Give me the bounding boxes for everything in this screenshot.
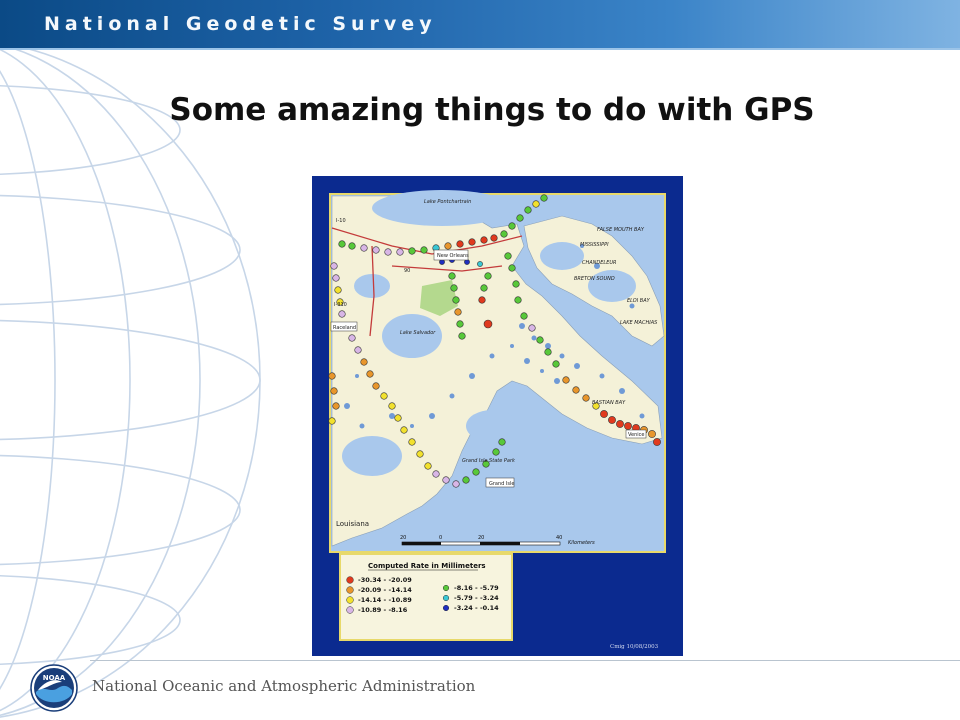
map-water-label: ELOI BAY bbox=[627, 298, 651, 304]
scale-tick: 0 bbox=[439, 535, 442, 541]
slide-title: Some amazing things to do with GPS bbox=[169, 92, 815, 128]
legend-swatch bbox=[442, 594, 450, 602]
lake-salvador bbox=[382, 314, 442, 358]
legend-range: -14.14 - -10.89 bbox=[358, 596, 412, 604]
footer-divider bbox=[90, 660, 960, 661]
map-water-label: FALSE MOUTH BAY bbox=[597, 227, 645, 233]
map-town-label: Venice bbox=[628, 432, 645, 438]
map-place-label: Grand Isle State Park bbox=[462, 458, 516, 464]
map-city-label: New Orleans bbox=[437, 253, 469, 259]
lake bbox=[354, 274, 390, 298]
map-place-label: Lake Pontchartrain bbox=[424, 199, 471, 205]
subsidence-map-figure: New Orleans Raceland Grand Isle Venice L… bbox=[312, 176, 683, 656]
legend-range: -30.34 - -20.09 bbox=[358, 576, 412, 584]
lake-pontchartrain bbox=[372, 190, 512, 226]
map-town-label: Raceland bbox=[333, 325, 356, 331]
map-water-label: BASTIAN BAY bbox=[592, 400, 626, 406]
legend-swatch bbox=[442, 604, 450, 612]
map-place-label: Louisiana bbox=[336, 520, 369, 528]
legend-range: -20.09 - -14.14 bbox=[358, 586, 412, 594]
map-legend: Computed Rate in Millimeters -30.34 - -2… bbox=[339, 553, 513, 641]
map-water-label: BRETON SOUND bbox=[574, 276, 615, 282]
header-banner: National Geodetic Survey bbox=[0, 0, 960, 50]
map-water-label: CHANDELEUR bbox=[582, 260, 617, 266]
map-credit: Cmig 10/08/2003 bbox=[610, 644, 659, 650]
map-water-label: LAKE MACHIAS bbox=[620, 320, 658, 326]
map-road-label: I-310 bbox=[334, 302, 347, 308]
footer-agency-name: National Oceanic and Atmospheric Adminis… bbox=[92, 677, 476, 695]
legend-range: -3.24 - -0.14 bbox=[454, 604, 499, 612]
map-water-label: MISSISSIPPI bbox=[580, 242, 609, 248]
map-road-label: 90 bbox=[404, 268, 410, 274]
scale-tick: 40 bbox=[556, 535, 562, 541]
legend-swatch bbox=[346, 596, 354, 604]
scale-tick: 20 bbox=[400, 535, 406, 541]
legend-range: -5.79 - -3.24 bbox=[454, 594, 499, 602]
scale-tick: 20 bbox=[478, 535, 484, 541]
lake bbox=[540, 242, 584, 270]
header-title: National Geodetic Survey bbox=[44, 13, 437, 35]
legend-swatch bbox=[346, 606, 354, 614]
legend-range: -10.89 - -8.16 bbox=[358, 606, 408, 614]
scale-unit: Kilometers bbox=[568, 540, 595, 546]
map-road-label: I-10 bbox=[336, 218, 346, 224]
legend-swatch bbox=[442, 584, 450, 592]
map-town-label: Grand Isle bbox=[489, 481, 514, 487]
map-image: New Orleans Raceland Grand Isle Venice L… bbox=[328, 190, 666, 650]
noaa-logo-text: NOAA bbox=[43, 674, 66, 682]
noaa-logo: NOAA bbox=[30, 664, 78, 712]
bay bbox=[342, 436, 402, 476]
map-place-label: Lake Salvador bbox=[400, 330, 436, 336]
bay bbox=[466, 410, 518, 442]
legend-swatch bbox=[346, 576, 354, 584]
legend-swatch bbox=[346, 586, 354, 594]
legend-title: Computed Rate in Millimeters bbox=[368, 562, 486, 570]
legend-range: -8.16 - -5.79 bbox=[454, 584, 499, 592]
